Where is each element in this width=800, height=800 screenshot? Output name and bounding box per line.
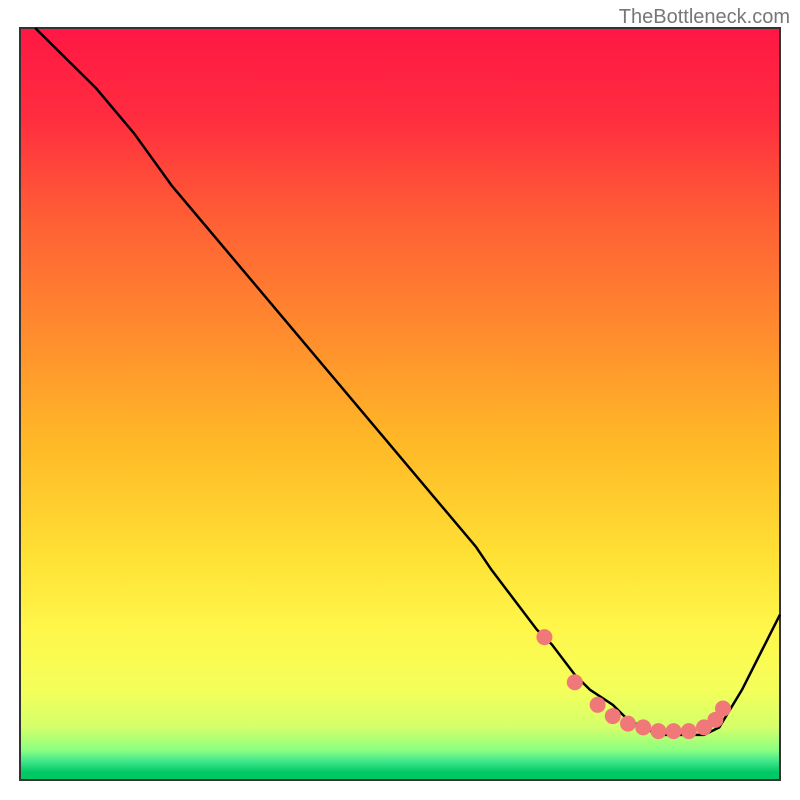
chart-svg: [0, 0, 800, 800]
data-dot: [590, 697, 606, 713]
data-dot: [635, 719, 651, 735]
data-dot: [650, 723, 666, 739]
watermark-text: TheBottleneck.com: [619, 6, 790, 29]
chart-container: TheBottleneck.com: [0, 0, 800, 800]
data-dot: [605, 708, 621, 724]
data-dot: [536, 629, 552, 645]
data-dot: [567, 674, 583, 690]
data-dot: [666, 723, 682, 739]
data-dot: [681, 723, 697, 739]
data-dot: [715, 701, 731, 717]
data-dot: [620, 716, 636, 732]
